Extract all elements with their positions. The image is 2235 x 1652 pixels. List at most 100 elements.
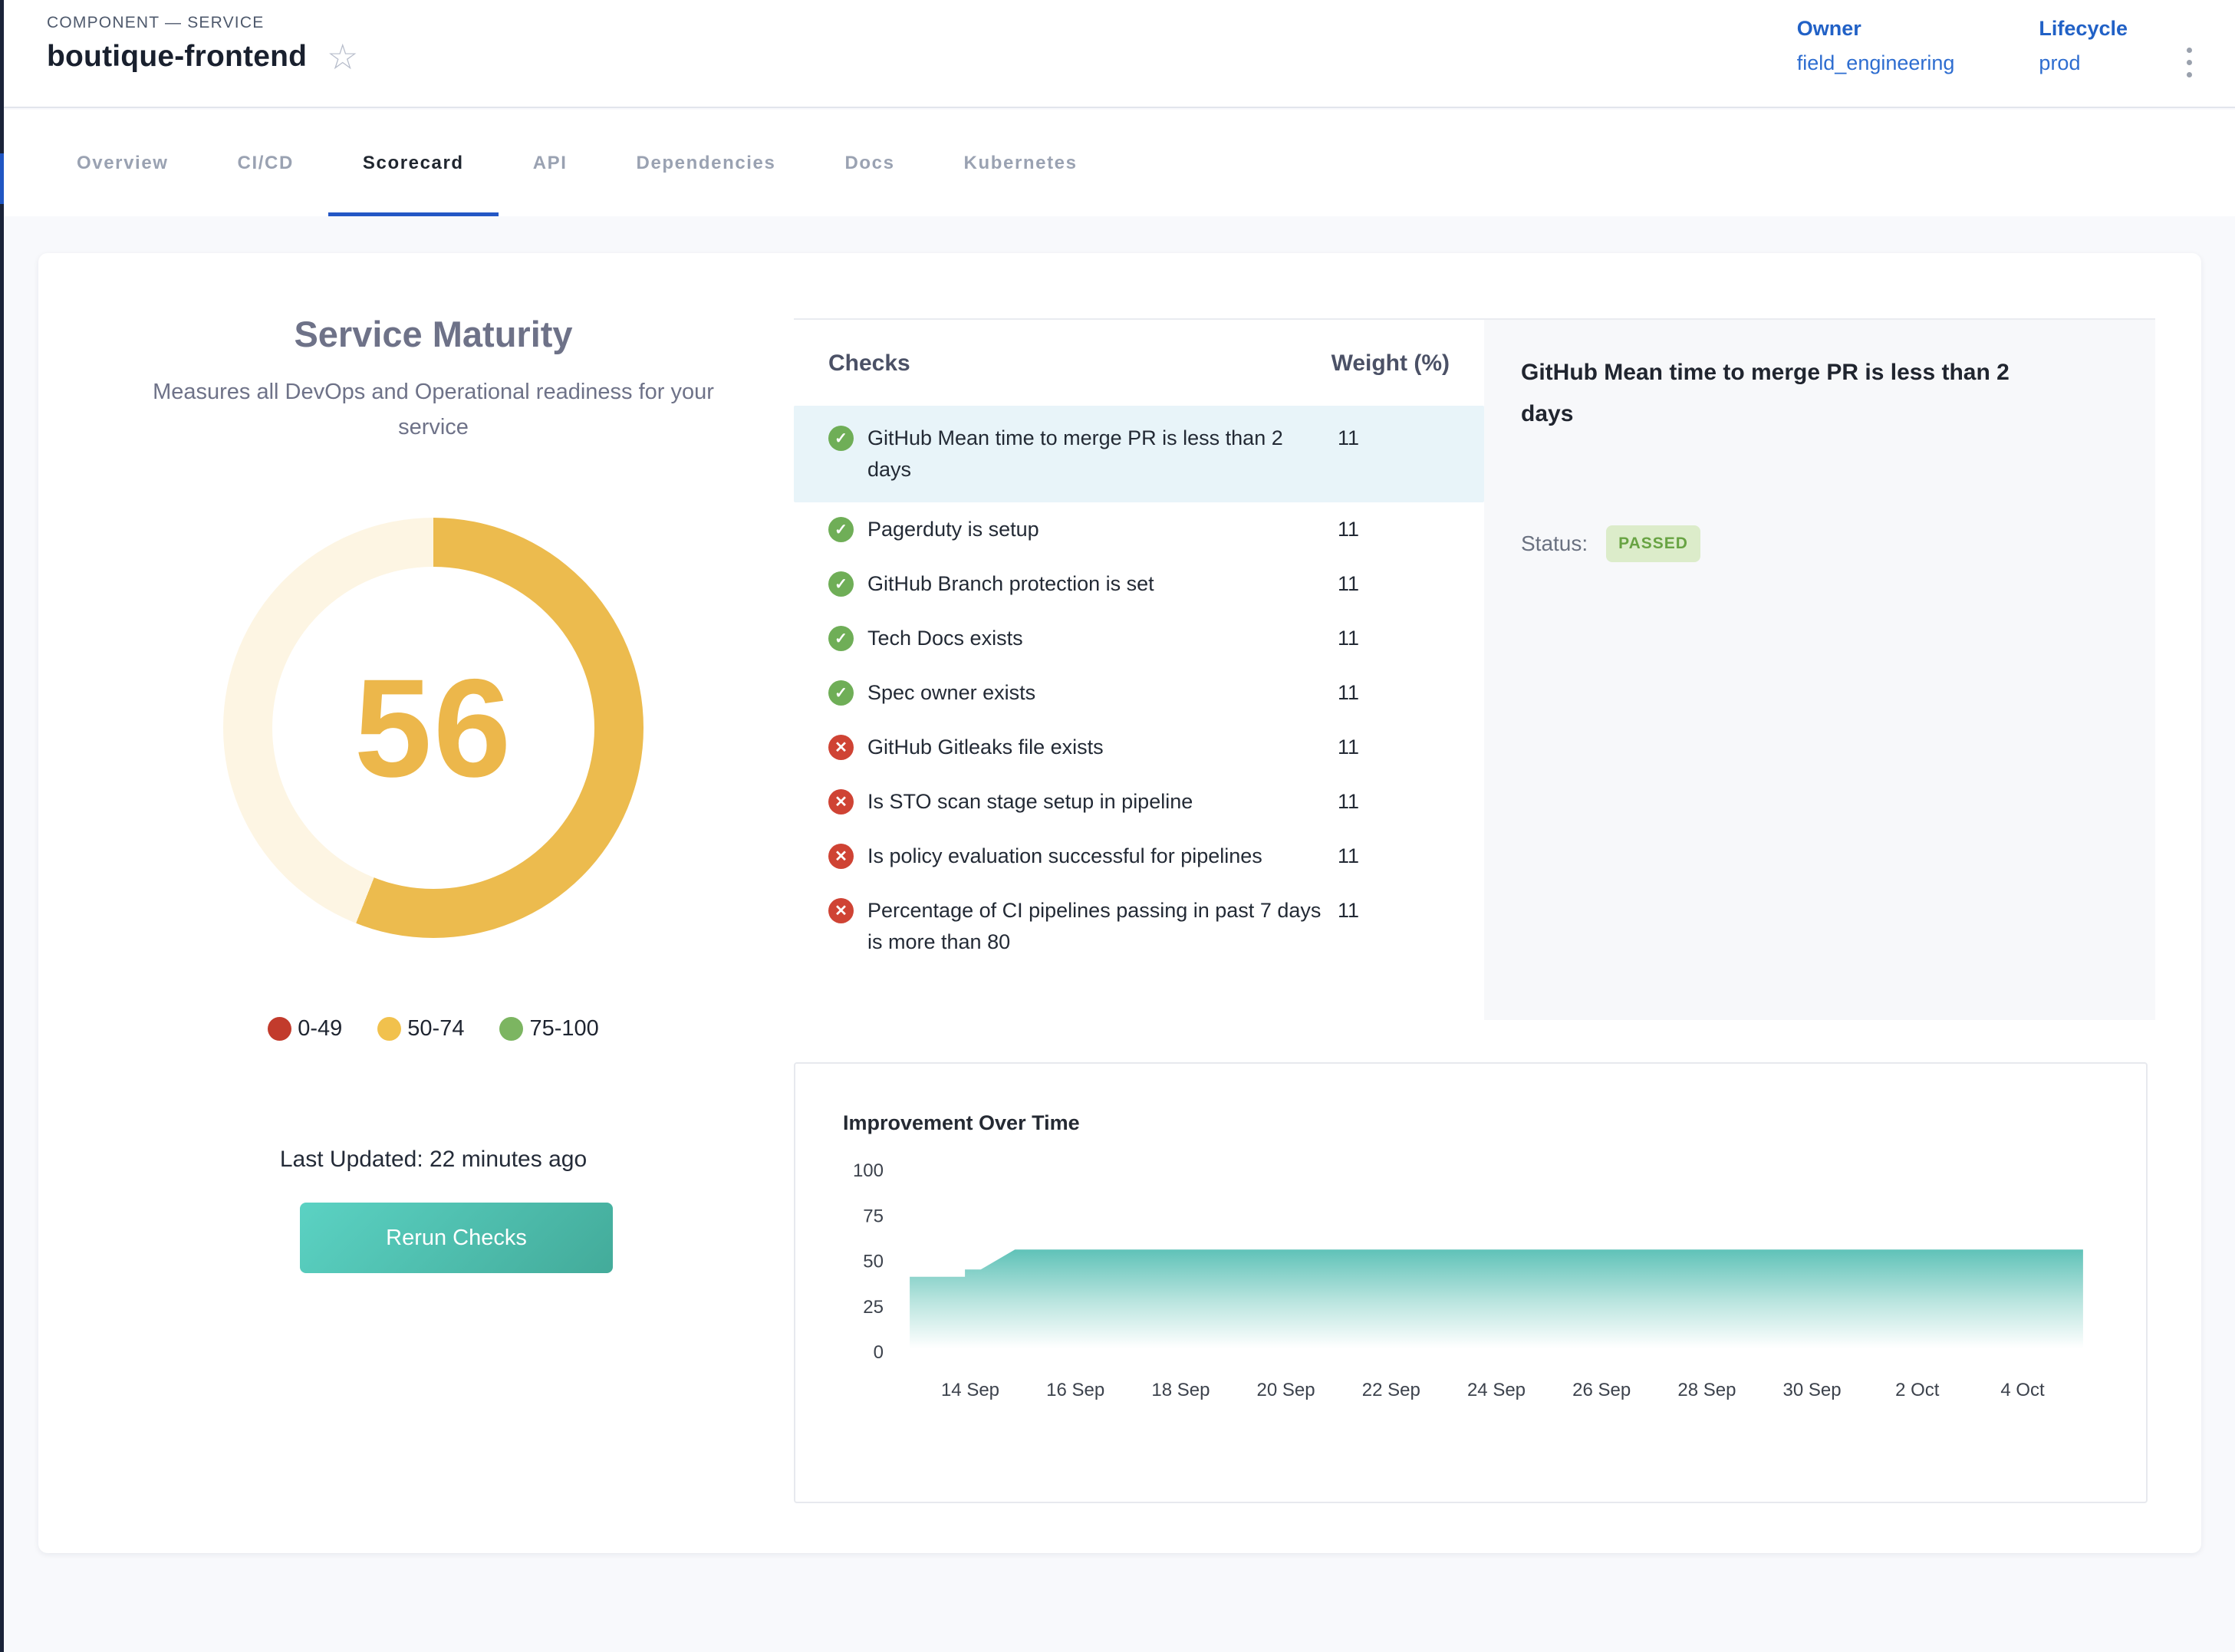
tab-api[interactable]: API [499, 110, 602, 216]
scorecard-card: Service Maturity Measures all DevOps and… [38, 253, 2201, 1553]
service-maturity-section: Service Maturity Measures all DevOps and… [61, 253, 805, 1553]
improvement-chart-title: Improvement Over Time [843, 1111, 1080, 1135]
svg-text:18 Sep: 18 Sep [1151, 1380, 1210, 1400]
tab-label: Overview [77, 153, 169, 174]
check-row[interactable]: ✓Spec owner exists11 [794, 666, 1484, 720]
page-header: COMPONENT — SERVICE boutique-frontend ☆ … [4, 0, 2235, 108]
improvement-over-time-card: Improvement Over Time 1007550250 14 Sep1… [794, 1062, 2148, 1503]
improvement-area-chart: 100 75 50 25 0 14 Sep 16 Sep 18 Sep 20 Sep 22 Se… [811, 1137, 2134, 1501]
status-badge: PASSED [1606, 525, 1700, 562]
lifecycle-label: Lifecycle [2039, 17, 2128, 41]
check-weight: 11 [1335, 514, 1450, 545]
check-fail-icon: ✕ [828, 844, 854, 869]
check-weight: 11 [1335, 677, 1450, 709]
tab-ci-cd[interactable]: CI/CD [203, 110, 328, 216]
check-name: Tech Docs exists [867, 623, 1328, 654]
check-list: ✓ GitHub Mean time to merge PR is less th… [794, 406, 1484, 969]
tab-label: Scorecard [363, 153, 464, 174]
svg-text:26 Sep: 26 Sep [1572, 1380, 1631, 1400]
kebab-menu-icon[interactable] [2182, 43, 2197, 82]
scorecard-title: Service Maturity [61, 313, 805, 355]
legend-label: 50-74 [407, 1016, 464, 1042]
svg-text:16 Sep: 16 Sep [1046, 1380, 1104, 1400]
svg-text:75: 75 [863, 1206, 884, 1226]
favorite-star-icon[interactable]: ☆ [327, 41, 358, 72]
legend-dot [268, 1017, 291, 1041]
tab-overview[interactable]: Overview [42, 110, 203, 216]
lifecycle-field: Lifecycle prod [2039, 17, 2128, 75]
svg-text:24 Sep: 24 Sep [1467, 1380, 1526, 1400]
check-row[interactable]: ✓ GitHub Mean time to merge PR is less th… [794, 406, 1484, 502]
tab-label: Dependencies [637, 153, 776, 174]
check-pass-icon: ✓ [828, 571, 854, 597]
legend-dot [377, 1017, 401, 1041]
tab-docs[interactable]: Docs [810, 110, 929, 216]
svg-text:20 Sep: 20 Sep [1257, 1380, 1315, 1400]
check-name: GitHub Gitleaks file exists [867, 732, 1328, 763]
check-name: GitHub Mean time to merge PR is less tha… [867, 423, 1328, 485]
check-name: Percentage of CI pipelines passing in pa… [867, 895, 1328, 958]
breadcrumb: COMPONENT — SERVICE [47, 14, 264, 32]
legend-dot [499, 1017, 523, 1041]
legend-item-0-49: 0-49 [268, 1016, 342, 1042]
area-series [910, 1249, 2083, 1351]
weight-column-header: Weight (%) [1319, 350, 1450, 377]
check-fail-icon: ✕ [828, 735, 854, 760]
tab-label: Kubernetes [964, 153, 1078, 174]
window-edge-strip [0, 0, 4, 1652]
svg-text:14 Sep: 14 Sep [941, 1380, 999, 1400]
check-row[interactable]: ✓Pagerduty is setup11 [794, 502, 1484, 557]
checks-panel: Checks Weight (%) ✓ GitHub Mean time to m… [794, 318, 2155, 1020]
svg-text:22 Sep: 22 Sep [1362, 1380, 1420, 1400]
legend-item-50-74: 50-74 [377, 1016, 464, 1042]
owner-label: Owner [1797, 17, 1955, 41]
check-weight: 11 [1335, 423, 1450, 454]
svg-text:100: 100 [853, 1160, 884, 1181]
checks-column-header: Checks [828, 350, 910, 377]
tab-dependencies[interactable]: Dependencies [602, 110, 811, 216]
check-weight: 11 [1335, 568, 1450, 600]
status-label: Status: [1521, 531, 1588, 556]
check-pass-icon: ✓ [828, 426, 854, 451]
check-weight: 11 [1335, 895, 1450, 926]
check-pass-icon: ✓ [828, 517, 854, 542]
lifecycle-value: prod [2039, 51, 2128, 75]
check-row[interactable]: ✕ GitHub Gitleaks file exists11 [794, 720, 1484, 775]
check-row[interactable]: ✕ Is policy evaluation successful for pip… [794, 829, 1484, 884]
check-weight: 11 [1335, 732, 1450, 763]
donut-hole: 56 [272, 567, 594, 889]
legend-label: 0-49 [298, 1016, 342, 1042]
check-row[interactable]: ✕ Is STO scan stage setup in pipeline11 [794, 775, 1484, 829]
check-name: GitHub Branch protection is set [867, 568, 1328, 600]
check-row[interactable]: ✓ GitHub Branch protection is set11 [794, 557, 1484, 611]
svg-text:25: 25 [863, 1297, 884, 1318]
tab-label: API [533, 153, 568, 174]
owner-field: Owner field_engineering [1797, 17, 1955, 75]
check-fail-icon: ✕ [828, 898, 854, 923]
owner-value-link[interactable]: field_engineering [1797, 51, 1955, 75]
check-detail-panel: GitHub Mean time to merge PR is less tha… [1484, 320, 2155, 1020]
tab-scorecard[interactable]: Scorecard [328, 110, 499, 216]
check-row[interactable]: ✓Tech Docs exists11 [794, 611, 1484, 666]
check-name: Is STO scan stage setup in pipeline [867, 786, 1328, 818]
check-fail-icon: ✕ [828, 789, 854, 814]
maturity-score-donut: 56 [223, 518, 644, 938]
maturity-score-value: 56 [354, 647, 512, 808]
svg-text:30 Sep: 30 Sep [1783, 1380, 1842, 1400]
check-weight: 11 [1335, 623, 1450, 654]
svg-text:2 Oct: 2 Oct [1895, 1380, 1940, 1400]
svg-text:50: 50 [863, 1252, 884, 1272]
check-weight: 11 [1335, 786, 1450, 818]
check-row[interactable]: ✕ Percentage of CI pipelines passing in p… [794, 884, 1484, 969]
svg-text:0: 0 [874, 1342, 884, 1363]
check-name: Is policy evaluation successful for pipe… [867, 841, 1328, 872]
sidebar-active-accent [0, 153, 4, 204]
scorecard-subtitle: Measures all DevOps and Operational read… [119, 374, 748, 445]
svg-text:4 Oct: 4 Oct [2000, 1380, 2045, 1400]
tab-label: Docs [844, 153, 894, 174]
check-weight: 11 [1335, 841, 1450, 872]
score-range-legend: 0-4950-7475-100 [61, 1016, 805, 1042]
svg-text:28 Sep: 28 Sep [1677, 1380, 1736, 1400]
tab-kubernetes[interactable]: Kubernetes [930, 110, 1112, 216]
rerun-checks-button[interactable]: Rerun Checks [300, 1203, 613, 1273]
